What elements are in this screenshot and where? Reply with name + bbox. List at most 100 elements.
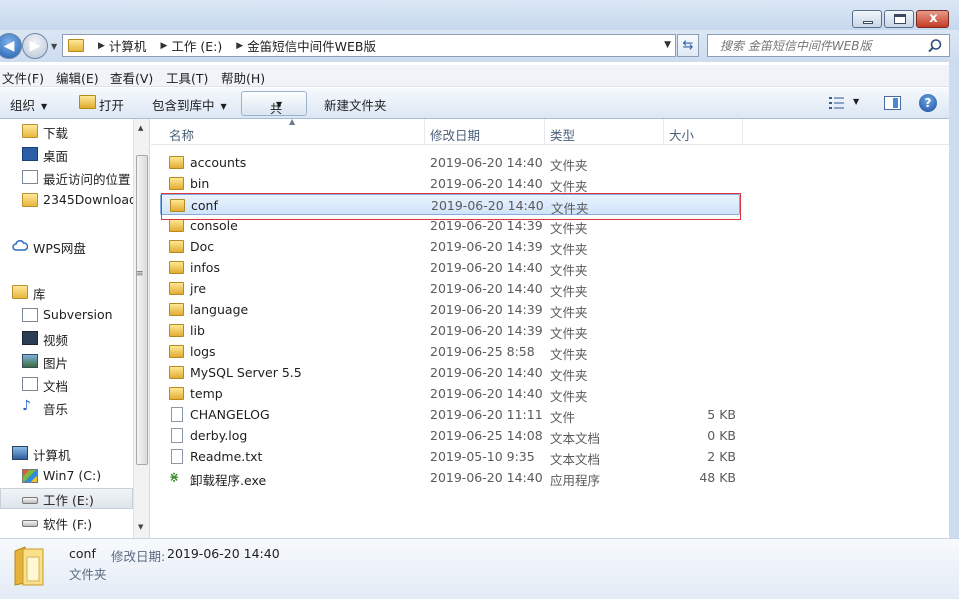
file-date: 2019-06-20 14:40 <box>430 470 543 485</box>
window-frame <box>949 62 959 538</box>
file-date: 2019-06-25 14:08 <box>430 428 543 443</box>
organize-button[interactable]: 组织 ▼ <box>10 95 47 114</box>
file-name: CHANGELOG <box>190 407 270 422</box>
details-item-name: conf <box>69 546 96 561</box>
open-button[interactable]: 打开 <box>99 95 124 114</box>
nav-item-wps-cloud[interactable]: WPS网盘 <box>0 236 133 257</box>
file-row[interactable]: derby.log 2019-06-25 14:08 文本文档 0 KB <box>160 425 740 446</box>
file-row[interactable]: bin 2019-06-20 14:40 文件夹 <box>160 173 740 194</box>
file-row[interactable]: console 2019-06-20 14:39 文件夹 <box>160 215 740 236</box>
nav-item-label: 库 <box>33 287 46 302</box>
forward-button[interactable]: ▶ <box>22 33 48 59</box>
nav-item-computer[interactable]: 计算机 <box>0 443 133 464</box>
column-divider[interactable] <box>424 119 425 145</box>
command-bar: 组织 ▼ 打开 包含到库中 ▼ 共享▼ 新建文件夹 ▼ ? <box>0 88 959 133</box>
column-type[interactable]: 类型 <box>550 125 575 144</box>
include-in-library-button[interactable]: 包含到库中 ▼ <box>152 95 227 114</box>
nav-scrollbar[interactable]: ▲ ≡ ▼ <box>133 119 149 538</box>
file-row[interactable]: conf 2019-06-20 14:40 文件夹 <box>160 194 740 216</box>
video-icon <box>22 331 38 345</box>
chevron-down-icon[interactable]: ▼ <box>664 40 671 50</box>
folder-icon <box>169 156 184 169</box>
open-folder-icon <box>79 95 96 109</box>
help-icon[interactable]: ? <box>919 94 937 112</box>
details-pane: conf 修改日期: 2019-06-20 14:40 文件夹 <box>0 538 959 599</box>
breadcrumb-drive[interactable]: ▶ 工作 (E:) <box>152 36 222 55</box>
file-row[interactable]: MySQL Server 5.5 2019-06-20 14:40 文件夹 <box>160 362 740 383</box>
share-button[interactable]: 共享▼ <box>241 91 307 133</box>
file-type: 应用程序 <box>550 473 601 488</box>
close-button[interactable]: x <box>916 10 949 28</box>
address-bar[interactable]: ▶ 计算机 ▶ 工作 (E:) ▶ 金笛短信中间件WEB版 ▼ <box>62 34 676 57</box>
preview-pane-icon[interactable] <box>884 96 901 110</box>
column-date[interactable]: 修改日期 <box>430 125 480 144</box>
nav-item-libraries[interactable]: 库 <box>0 282 133 303</box>
new-folder-button[interactable]: 新建文件夹 <box>324 95 387 114</box>
folder-icon <box>169 219 184 232</box>
chevron-right-icon[interactable]: ▶ <box>98 41 105 51</box>
nav-item-downloads[interactable]: 下载 <box>0 121 133 142</box>
nav-item-drive-e[interactable]: 工作 (E:) <box>0 488 133 509</box>
folder-icon <box>22 193 38 207</box>
chevron-down-icon[interactable]: ▼ <box>853 97 859 106</box>
folder-icon <box>169 366 184 379</box>
nav-item-drive-f[interactable]: 软件 (F:) <box>0 512 133 533</box>
nav-item-pictures[interactable]: 图片 <box>0 351 133 372</box>
file-row[interactable]: Readme.txt 2019-05-10 9:35 文本文档 2 KB <box>160 446 740 467</box>
menu-view[interactable]: 查看(V) <box>110 68 153 87</box>
nav-item-label: 2345Downloads <box>43 192 144 207</box>
chevron-right-icon[interactable]: ▶ <box>236 41 243 51</box>
nav-item-label: 下载 <box>43 126 69 141</box>
column-size[interactable]: 大小 <box>669 125 694 144</box>
file-row[interactable]: language 2019-06-20 14:39 文件夹 <box>160 299 740 320</box>
column-divider[interactable] <box>742 119 743 145</box>
menu-edit[interactable]: 编辑(E) <box>56 68 99 87</box>
breadcrumb-folder[interactable]: ▶ 金笛短信中间件WEB版 <box>228 36 376 55</box>
file-type: 文件夹 <box>550 347 588 362</box>
search-box[interactable] <box>707 34 950 57</box>
file-date: 2019-06-20 14:40 <box>430 365 543 380</box>
refresh-button[interactable]: ⇆ <box>677 34 699 57</box>
file-row[interactable]: jre 2019-06-20 14:40 文件夹 <box>160 278 740 299</box>
file-row[interactable]: infos 2019-06-20 14:40 文件夹 <box>160 257 740 278</box>
nav-item-label: Win7 (C:) <box>43 468 102 483</box>
chevron-right-icon[interactable]: ▶ <box>160 41 167 51</box>
nav-item-desktop[interactable]: 桌面 <box>0 144 133 165</box>
nav-item-label: Subversion <box>43 307 113 322</box>
maximize-button[interactable] <box>884 10 914 28</box>
history-dropdown-icon[interactable]: ▼ <box>51 42 60 51</box>
file-row[interactable]: lib 2019-06-20 14:39 文件夹 <box>160 320 740 341</box>
column-name[interactable]: 名称 <box>169 125 194 144</box>
column-divider[interactable] <box>544 119 545 145</box>
search-input[interactable] <box>718 38 918 54</box>
file-row[interactable]: CHANGELOG 2019-06-20 11:11 文件 5 KB <box>160 404 740 425</box>
breadcrumb-label: 工作 (E:) <box>171 39 223 54</box>
scroll-down-icon[interactable]: ▼ <box>138 523 143 531</box>
file-row[interactable]: logs 2019-06-25 8:58 文件夹 <box>160 341 740 362</box>
nav-item-2345downloads[interactable]: 2345Downloads <box>0 190 143 211</box>
nav-scroll-thumb[interactable] <box>136 155 148 465</box>
menu-tools[interactable]: 工具(T) <box>166 68 208 87</box>
view-options-icon[interactable] <box>829 96 845 110</box>
menu-help[interactable]: 帮助(H) <box>221 68 265 87</box>
column-divider[interactable] <box>663 119 664 145</box>
downloads-folder-icon <box>22 124 38 138</box>
back-button[interactable]: ◀ <box>0 33 22 59</box>
search-icon[interactable] <box>927 38 943 54</box>
file-row[interactable]: temp 2019-06-20 14:40 文件夹 <box>160 383 740 404</box>
breadcrumb-computer[interactable]: ▶ 计算机 <box>90 36 146 55</box>
nav-item-music[interactable]: ♪ 音乐 <box>0 397 133 418</box>
breadcrumb-label: 计算机 <box>108 39 147 54</box>
nav-item-documents[interactable]: 文档 <box>0 374 133 395</box>
nav-item-videos[interactable]: 视频 <box>0 328 133 349</box>
include-library-label: 包含到库中 <box>152 98 215 113</box>
nav-item-recent-places[interactable]: 最近访问的位置 <box>0 167 133 188</box>
file-row[interactable]: Doc 2019-06-20 14:39 文件夹 <box>160 236 740 257</box>
file-row[interactable]: accounts 2019-06-20 14:40 文件夹 <box>160 152 740 173</box>
nav-item-drive-c[interactable]: Win7 (C:) <box>0 466 133 487</box>
minimize-button[interactable] <box>852 10 882 28</box>
scroll-up-icon[interactable]: ▲ <box>138 124 143 132</box>
menu-file[interactable]: 文件(F) <box>2 68 44 87</box>
nav-item-subversion[interactable]: Subversion <box>0 305 133 326</box>
file-row[interactable]: ⋇ 卸载程序.exe 2019-06-20 14:40 应用程序 48 KB <box>160 467 740 488</box>
